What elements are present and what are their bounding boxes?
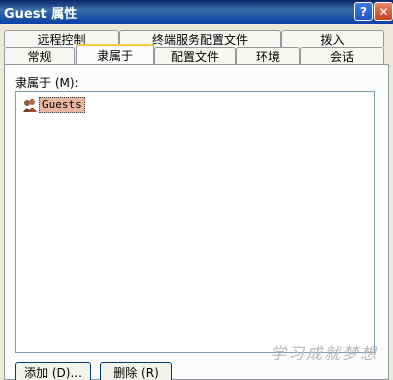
- list-item[interactable]: Guests: [22, 96, 85, 114]
- help-button[interactable]: ?: [354, 2, 373, 21]
- close-button[interactable]: ✕: [374, 2, 393, 21]
- add-button[interactable]: 添加 (D)...: [15, 362, 91, 380]
- memberof-label: 隶属于 (M):: [15, 76, 79, 90]
- watermark: 学习成就梦想: [270, 344, 379, 363]
- tab-environment[interactable]: 环境: [236, 47, 300, 64]
- tab-profile[interactable]: 配置文件: [154, 47, 236, 64]
- tab-member-of[interactable]: 隶属于: [76, 44, 154, 64]
- tab-general[interactable]: 常规: [4, 47, 75, 64]
- remove-button[interactable]: 删除 (R): [100, 362, 172, 380]
- tab-dial-in[interactable]: 拨入: [281, 30, 384, 47]
- tab-sessions[interactable]: 会话: [300, 47, 384, 64]
- window-title: Guest 属性: [4, 7, 78, 22]
- memberof-list[interactable]: Guests: [15, 91, 375, 353]
- group-icon: [22, 97, 38, 113]
- group-name: Guests: [39, 97, 85, 113]
- title-bar: Guest 属性 ? ✕: [0, 0, 393, 24]
